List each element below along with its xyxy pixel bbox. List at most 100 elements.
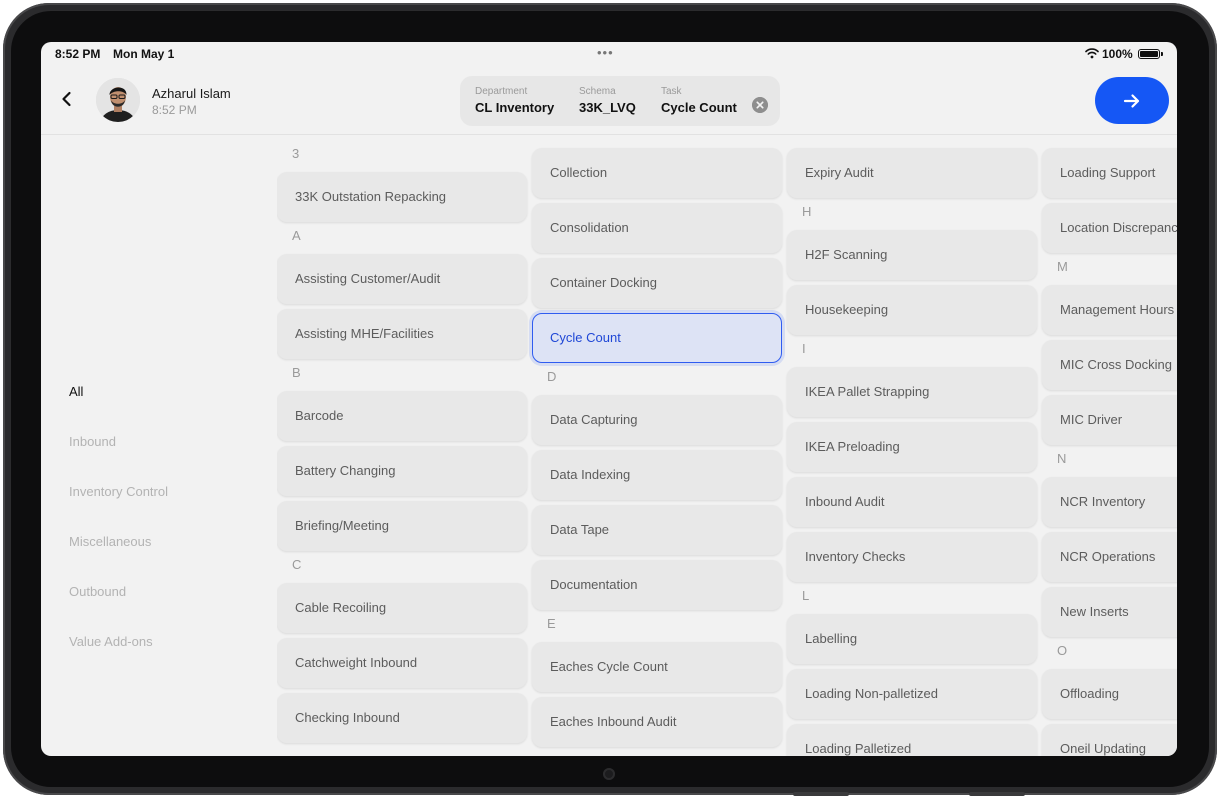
task-label: Catchweight Inbound: [295, 655, 418, 670]
task-label: Loading Palletized: [805, 741, 912, 756]
volume-button: [793, 792, 849, 796]
section-letter: 3: [292, 146, 300, 161]
sidebar-item-value-add-ons[interactable]: Value Add-ons: [69, 634, 153, 649]
task-label: Data Capturing: [550, 412, 638, 427]
task-card[interactable]: Collection: [532, 148, 782, 198]
task-card[interactable]: Eaches Inbound Audit: [532, 697, 782, 747]
task-card[interactable]: Barcode: [277, 391, 527, 441]
next-button[interactable]: [1095, 77, 1169, 124]
task-card[interactable]: Loading Support: [1042, 148, 1177, 198]
task-label: Eaches Cycle Count: [550, 659, 668, 674]
task-card[interactable]: H2F Scanning: [787, 230, 1037, 280]
task-label: Loading Non-palletized: [805, 686, 938, 701]
task-card[interactable]: Assisting MHE/Facilities: [277, 309, 527, 359]
task-label: Consolidation: [550, 220, 629, 235]
sidebar-item-inbound[interactable]: Inbound: [69, 434, 116, 449]
task-label: Data Indexing: [550, 467, 631, 482]
task-label: Task: [661, 86, 682, 97]
task-label: Labelling: [805, 631, 858, 646]
section-letter: E: [547, 616, 556, 631]
task-label: MIC Driver: [1060, 412, 1123, 427]
task-label: Data Tape: [550, 522, 610, 537]
task-card[interactable]: Cable Recoiling: [277, 583, 527, 633]
section-letter: N: [1057, 451, 1067, 466]
task-card[interactable]: Catchweight Inbound: [277, 638, 527, 688]
task-card[interactable]: IKEA Pallet Strapping: [787, 367, 1037, 417]
task-label: Cable Recoiling: [295, 600, 387, 615]
task-label: New Inserts: [1060, 604, 1129, 619]
task-label: Expiry Audit: [805, 165, 874, 180]
task-value: Cycle Count: [661, 100, 737, 115]
status-bar: 8:52 PM Mon May 1 ••• 100%: [41, 42, 1177, 66]
task-card[interactable]: Data Tape: [532, 505, 782, 555]
task-card[interactable]: Loading Non-palletized: [787, 669, 1037, 719]
task-label: Assisting MHE/Facilities: [295, 326, 434, 341]
task-card[interactable]: Housekeeping: [787, 285, 1037, 335]
section-letter: H: [802, 204, 812, 219]
task-label: Inventory Checks: [805, 549, 906, 564]
task-card[interactable]: Checking Inbound: [277, 693, 527, 743]
status-date: Mon May 1: [113, 47, 175, 61]
task-card[interactable]: Loading Palletized: [787, 724, 1037, 756]
task-card[interactable]: Offloading: [1042, 669, 1177, 719]
task-card[interactable]: NCR Inventory: [1042, 477, 1177, 527]
task-card-selected[interactable]: Cycle Count: [532, 313, 782, 363]
task-label: Assisting Customer/Audit: [295, 271, 441, 286]
user-name: Azharul Islam: [152, 86, 231, 101]
task-card[interactable]: NCR Operations: [1042, 532, 1177, 582]
task-card[interactable]: Expiry Audit: [787, 148, 1037, 198]
task-card[interactable]: Location Discrepancy: [1042, 203, 1177, 253]
task-card[interactable]: Battery Changing: [277, 446, 527, 496]
section-letter: O: [1057, 643, 1068, 658]
clear-icon[interactable]: [752, 97, 768, 113]
task-label: NCR Operations: [1060, 549, 1156, 564]
task-card[interactable]: Assisting Customer/Audit: [277, 254, 527, 304]
task-label: NCR Inventory: [1060, 494, 1146, 509]
task-card[interactable]: Data Capturing: [532, 395, 782, 445]
task-card[interactable]: Consolidation: [532, 203, 782, 253]
back-chevron-icon[interactable]: [57, 89, 77, 109]
sidebar-item-miscellaneous[interactable]: Miscellaneous: [69, 534, 151, 549]
task-label: 33K Outstation Repacking: [295, 189, 447, 204]
task-label: Offloading: [1060, 686, 1120, 701]
schema-value: 33K_LVQ: [579, 100, 636, 115]
task-card[interactable]: Container Docking: [532, 258, 782, 308]
schema-label: Schema: [579, 86, 616, 97]
task-card[interactable]: Documentation: [532, 560, 782, 610]
task-card[interactable]: Briefing/Meeting: [277, 501, 527, 551]
task-card[interactable]: MIC Cross Docking: [1042, 340, 1177, 390]
task-card[interactable]: Inventory Checks: [787, 532, 1037, 582]
task-card[interactable]: IKEA Preloading: [787, 422, 1037, 472]
section-letter: D: [547, 369, 557, 384]
avatar: [96, 78, 140, 122]
task-label: Documentation: [550, 577, 638, 592]
task-card[interactable]: New Inserts: [1042, 587, 1177, 637]
task-card[interactable]: Eaches Cycle Count: [532, 642, 782, 692]
section-letter: M: [1057, 259, 1068, 274]
task-label: Location Discrepancy: [1060, 220, 1177, 235]
task-card[interactable]: Oneil Updating: [1042, 724, 1177, 756]
sidebar-item-outbound[interactable]: Outbound: [69, 584, 126, 599]
department-label: Department: [475, 86, 528, 97]
task-label: Collection: [550, 165, 608, 180]
task-label: Barcode: [295, 408, 344, 423]
task-card[interactable]: 33K Outstation Repacking: [277, 172, 527, 222]
camera: [603, 768, 615, 780]
task-label: Inbound Audit: [805, 494, 885, 509]
battery-percent: 100%: [1102, 47, 1133, 61]
sidebar-item-all[interactable]: All: [69, 384, 83, 399]
sidebar-item-inventory-control[interactable]: Inventory Control: [69, 484, 168, 499]
section-letter: A: [292, 228, 301, 243]
task-card[interactable]: Labelling: [787, 614, 1037, 664]
task-card[interactable]: MIC Driver: [1042, 395, 1177, 445]
task-label: IKEA Pallet Strapping: [805, 384, 930, 399]
multitask-dots-icon[interactable]: •••: [597, 46, 614, 59]
task-card[interactable]: Inbound Audit: [787, 477, 1037, 527]
task-card[interactable]: Data Indexing: [532, 450, 782, 500]
task-label: Battery Changing: [295, 463, 396, 478]
screen: 8:52 PM Mon May 1 ••• 100% Azharul Islam…: [41, 42, 1177, 756]
section-letter: I: [802, 341, 806, 356]
task-card[interactable]: Management Hours: [1042, 285, 1177, 335]
wifi-icon: [1085, 48, 1099, 59]
context-summary-pill[interactable]: Department CL Inventory Schema 33K_LVQ T…: [460, 76, 780, 126]
